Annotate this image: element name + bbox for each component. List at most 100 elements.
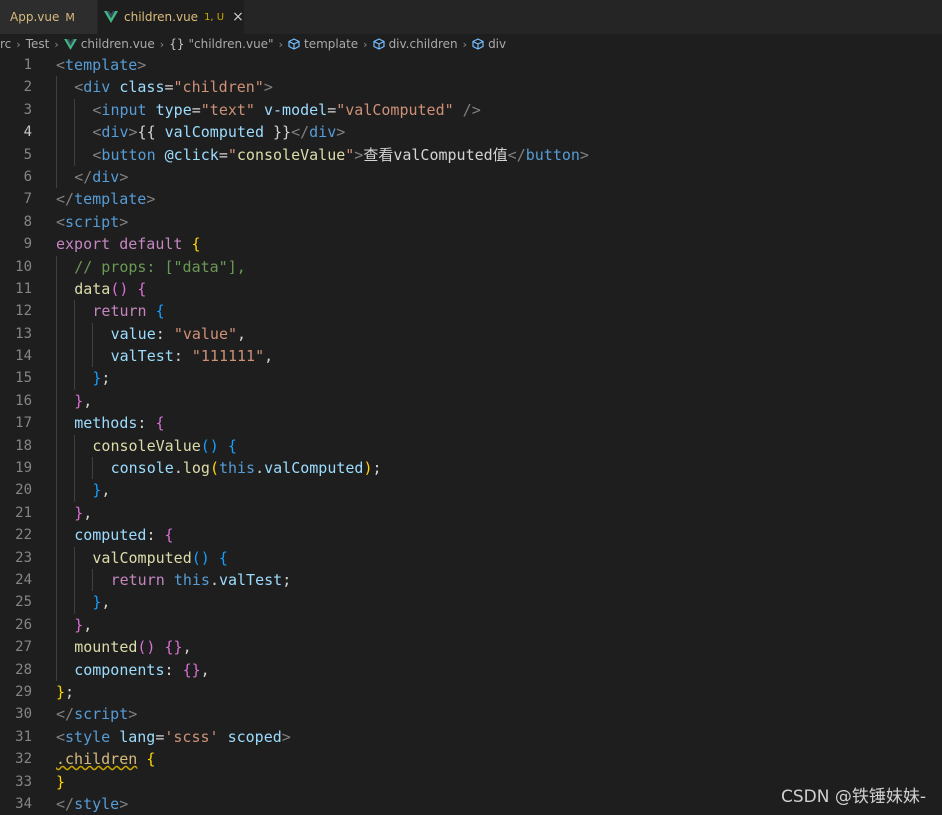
line-number: 29 xyxy=(15,683,32,700)
code-token: </ xyxy=(56,190,75,209)
code-text: // props: ["data"], xyxy=(74,256,246,278)
code-text: <button @click="consoleValue">查看valCompu… xyxy=(92,144,589,166)
code-line[interactable]: 21}, xyxy=(0,501,942,525)
code-line[interactable]: 22 computed: { xyxy=(0,524,942,547)
code-token: () xyxy=(200,436,219,455)
code-token: = xyxy=(191,100,201,119)
code-line[interactable]: 20}, xyxy=(0,479,942,502)
code-token: "text" xyxy=(200,100,255,119)
breadcrumb-item-test[interactable]: Test xyxy=(26,37,50,51)
code-token: consoleValue xyxy=(236,145,346,164)
close-icon[interactable]: × xyxy=(232,10,244,24)
tab-children-vue[interactable]: children.vue 1, U × xyxy=(98,0,244,34)
code-line[interactable]: 2 <div class="children"> xyxy=(0,76,942,99)
indent-guide xyxy=(56,412,57,435)
code-token: data xyxy=(74,279,111,298)
breadcrumb-item-template[interactable]: template xyxy=(288,37,358,51)
code-token: > xyxy=(579,145,589,164)
code-line[interactable]: 16}, xyxy=(0,389,942,413)
code-token: v-model xyxy=(263,100,328,119)
code-text: }, xyxy=(92,479,110,501)
indent-guide xyxy=(56,300,57,323)
code-line[interactable]: 30 </script> xyxy=(0,703,942,725)
code-token: value xyxy=(110,324,156,343)
breadcrumb-item-div[interactable]: div xyxy=(472,37,506,51)
code-line[interactable]: 10 // props: ["data"], xyxy=(0,255,942,278)
code-line[interactable]: 11 data() { xyxy=(0,277,942,301)
code-token: () xyxy=(191,548,210,567)
code-token: { xyxy=(227,436,237,455)
code-token: , xyxy=(264,347,274,366)
code-token: "value" xyxy=(173,324,238,343)
code-line[interactable]: 32 .children { xyxy=(0,748,942,770)
breadcrumb-label: div xyxy=(488,37,507,51)
code-line[interactable]: 25}, xyxy=(0,591,942,614)
code-token: ) xyxy=(363,459,373,478)
code-text: mounted() {}, xyxy=(74,636,191,658)
code-line[interactable]: 12 return { xyxy=(0,300,942,323)
code-line[interactable]: 18 consoleValue() { xyxy=(0,434,942,458)
indent-guide xyxy=(74,546,76,569)
code-token: ( xyxy=(209,459,219,478)
line-number: 15 xyxy=(15,370,32,387)
tab-app-vue[interactable]: App.vue M xyxy=(0,0,98,34)
indent-guide xyxy=(74,457,76,480)
code-token: > xyxy=(263,78,273,97)
code-line[interactable]: 28 components: {}, xyxy=(0,658,942,681)
chevron-right-icon: › xyxy=(159,37,165,51)
code-token: . xyxy=(209,570,219,589)
code-line[interactable]: 5 <button @click="consoleValue">查看valComp… xyxy=(0,143,942,166)
code-line[interactable]: 29}; xyxy=(0,681,942,703)
breadcrumb: rc › Test › children.vue › {} "children.… xyxy=(0,34,942,54)
line-number: 30 xyxy=(15,706,32,723)
code-line[interactable]: 24 return this.valTest; xyxy=(0,568,942,592)
code-token: </ xyxy=(74,167,93,186)
code-token: ; xyxy=(282,570,292,589)
code-text: }, xyxy=(92,591,110,613)
code-line[interactable]: 27 mounted() {}, xyxy=(0,636,942,659)
code-line[interactable]: 15}; xyxy=(0,367,942,390)
code-text: data() { xyxy=(74,278,146,300)
breadcrumb-item-module[interactable]: {} "children.vue" xyxy=(169,37,273,51)
code-token: "111111" xyxy=(191,347,265,366)
code-token: } xyxy=(56,682,66,701)
code-line[interactable]: 19 console.log(this.valComputed); xyxy=(0,457,942,480)
code-line[interactable]: 4 <div>{{ valComputed }}</div> xyxy=(0,121,942,144)
code-token: } xyxy=(56,772,66,791)
line-number: 18 xyxy=(15,437,32,454)
code-line[interactable]: 7 </template> xyxy=(0,188,942,210)
code-text: <template> xyxy=(56,54,146,76)
code-token: , xyxy=(83,503,93,522)
code-editor[interactable]: 1 <template> 2 <div class="children"> 3 <inpu… xyxy=(0,54,942,815)
cube-icon xyxy=(372,38,385,50)
code-token: , xyxy=(83,391,93,410)
line-number: 10 xyxy=(15,258,32,275)
code-line[interactable]: 31 <style lang='scss' scoped> xyxy=(0,726,942,748)
code-line[interactable]: 3 <input type="text" v-model="valComputed… xyxy=(0,98,942,122)
code-line[interactable]: 13 value: "value", xyxy=(0,322,942,346)
indent-guide xyxy=(56,367,57,390)
code-line[interactable]: 17 methods: { xyxy=(0,412,942,435)
code-line[interactable]: 8 <script> xyxy=(0,211,942,233)
indent-guide xyxy=(56,98,57,122)
code-line[interactable]: 23 valComputed() { xyxy=(0,546,942,569)
code-token: {} xyxy=(182,660,201,679)
breadcrumb-label: div.children xyxy=(388,37,458,51)
indent-guide xyxy=(56,76,57,99)
breadcrumb-item-file[interactable]: children.vue xyxy=(63,37,155,51)
code-token: { xyxy=(164,526,174,545)
code-line[interactable]: 14 valTest: "111111", xyxy=(0,345,942,368)
code-token: > xyxy=(119,212,129,231)
breadcrumb-item-src[interactable]: rc xyxy=(0,37,11,51)
code-line[interactable]: 26}, xyxy=(0,613,942,637)
code-token: , xyxy=(101,593,111,612)
code-line[interactable]: 9 export default { xyxy=(0,233,942,255)
line-number: 5 xyxy=(23,146,32,163)
code-token: { xyxy=(155,414,165,433)
code-line[interactable]: 1 <template> xyxy=(0,54,942,76)
code-line[interactable]: 6 </div> xyxy=(0,165,942,189)
code-token: < xyxy=(74,78,84,97)
indent-guide xyxy=(56,255,57,278)
breadcrumb-item-div-children[interactable]: div.children xyxy=(372,37,458,51)
